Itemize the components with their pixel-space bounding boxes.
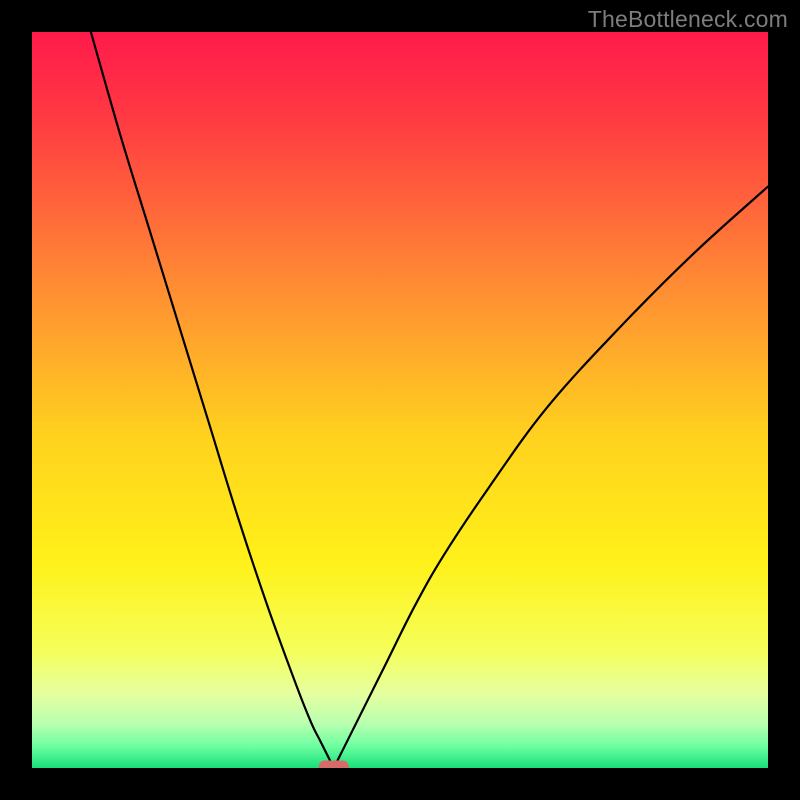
- curve-right-branch: [334, 187, 768, 768]
- minimum-marker: [319, 761, 349, 769]
- curve-left-branch: [91, 32, 334, 768]
- chart-frame: TheBottleneck.com: [0, 0, 800, 800]
- plot-area: [32, 32, 768, 768]
- chart-curve: [32, 32, 768, 768]
- watermark-text: TheBottleneck.com: [588, 6, 788, 33]
